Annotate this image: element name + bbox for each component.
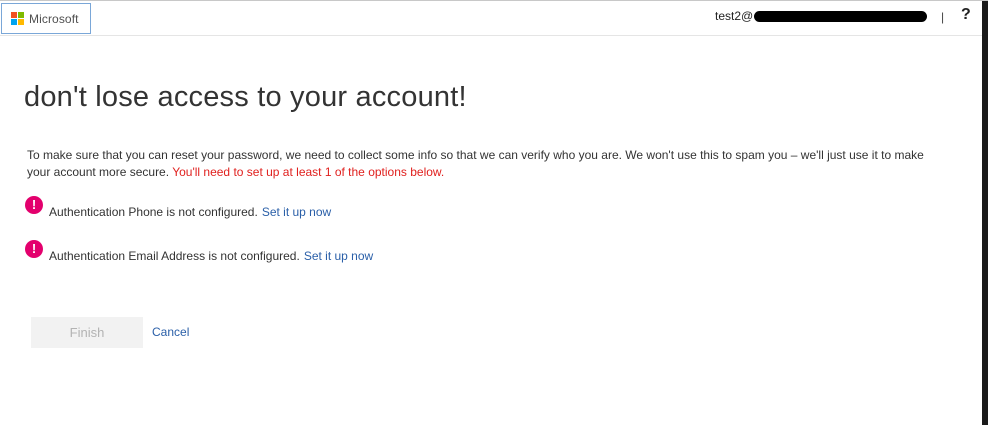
help-icon[interactable]: ? (961, 6, 971, 24)
header-separator: | (941, 10, 945, 24)
alert-icon: ! (25, 240, 43, 258)
phone-status-text: Authentication Phone is not configured. (49, 204, 258, 219)
cancel-link[interactable]: Cancel (152, 325, 189, 339)
intro-paragraph: To make sure that you can reset your pas… (27, 147, 927, 181)
logo-text: Microsoft (29, 11, 79, 26)
alert-icon: ! (25, 196, 43, 214)
app-frame: Microsoft test2@ | ? don't lose access t… (0, 0, 988, 425)
intro-warning: You'll need to set up at least 1 of the … (172, 165, 445, 179)
setup-email-link[interactable]: Set it up now (304, 249, 373, 263)
email-status-text: Authentication Email Address is not conf… (49, 248, 300, 263)
header-bar: Microsoft test2@ | ? (0, 1, 982, 36)
email-status-row: ! Authentication Email Address is not co… (25, 240, 373, 263)
redacted-email (754, 10, 928, 22)
phone-status-row: ! Authentication Phone is not configured… (25, 196, 331, 219)
finish-button[interactable]: Finish (31, 317, 143, 348)
microsoft-logo-link[interactable]: Microsoft (1, 3, 91, 34)
page-title: don't lose access to your account! (24, 81, 467, 113)
intro-text: To make sure that you can reset your pas… (27, 148, 924, 179)
setup-phone-link[interactable]: Set it up now (262, 205, 331, 219)
microsoft-logo-icon (11, 12, 24, 25)
user-account-menu[interactable]: test2@ (715, 9, 928, 23)
window-edge (982, 1, 988, 425)
user-email-prefix: test2@ (715, 9, 754, 23)
